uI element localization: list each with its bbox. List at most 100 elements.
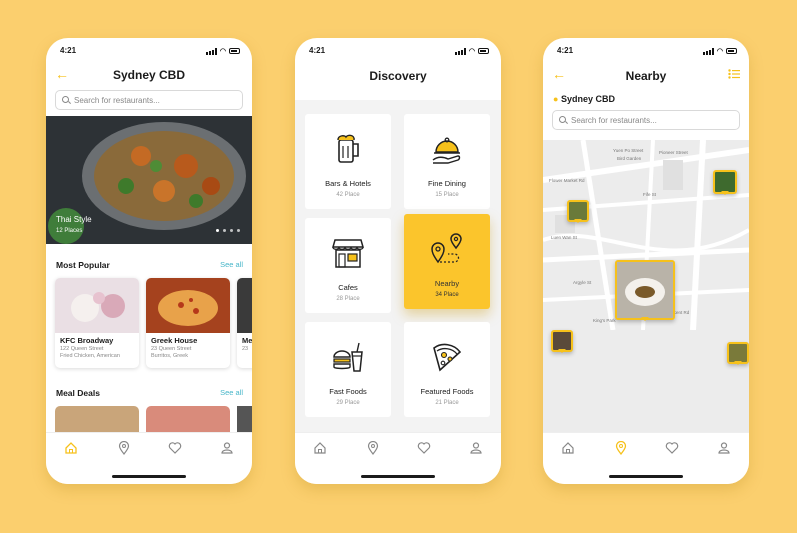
battery-icon <box>726 48 737 54</box>
category-bars-hotels[interactable]: Bars & Hotels 42 Place <box>305 114 391 209</box>
status-time: 4:21 <box>557 46 574 55</box>
search-icon <box>62 96 69 103</box>
category-grid: Bars & Hotels 42 Place Fine Dining 15 Pl… <box>295 100 501 432</box>
map-marker-selected[interactable] <box>615 260 675 321</box>
search-input[interactable]: Search for restaurants... <box>552 110 740 130</box>
street-label: King's Park <box>593 318 616 323</box>
map-view[interactable]: Yuen Po Street Bird Garden Pioneer Stree… <box>543 140 749 432</box>
cloche-icon <box>432 137 461 164</box>
page-title: Sydney CBD <box>112 68 186 82</box>
status-time: 4:21 <box>60 46 77 55</box>
signal-icon <box>454 47 466 55</box>
tab-home-icon[interactable] <box>313 441 327 455</box>
restaurant-card[interactable]: Greek House 23 Queen Street Burritos, Gr… <box>146 278 230 368</box>
restaurant-card[interactable]: Me 23 <box>237 278 252 368</box>
map-marker[interactable] <box>727 342 749 365</box>
tab-favorites-icon[interactable] <box>168 441 182 455</box>
page-title: Discovery <box>369 69 427 83</box>
list-view-icon[interactable] <box>728 69 740 79</box>
tab-favorites-icon[interactable] <box>665 441 679 455</box>
tab-favorites-icon[interactable] <box>417 441 431 455</box>
category-count: 15 Place <box>435 192 459 198</box>
map-pin-route-icon <box>431 233 462 264</box>
restaurant-name: KFC Broadway <box>60 336 114 345</box>
wifi-icon: ◠ <box>468 48 475 55</box>
see-all-most-popular-link[interactable]: See all <box>220 260 243 269</box>
street-label: Fife St <box>643 192 657 197</box>
tab-profile-icon[interactable] <box>717 441 731 455</box>
tab-home-icon[interactable] <box>64 441 78 455</box>
search-input[interactable]: Search for restaurants... <box>55 90 243 110</box>
category-count: 21 Place <box>435 400 459 406</box>
tab-profile-icon[interactable] <box>220 441 234 455</box>
tab-location-icon[interactable] <box>614 441 628 455</box>
street-label: Kent Rd <box>673 310 690 315</box>
category-cafes[interactable]: Cafes 28 Place <box>305 218 391 313</box>
restaurant-address: 23 Queen Street <box>151 346 192 352</box>
map-marker-food-image <box>617 262 673 318</box>
restaurant-cuisine: Burritos, Greek <box>151 353 188 359</box>
street-label: Flower Market Rd <box>549 178 585 183</box>
map-marker[interactable] <box>551 330 573 353</box>
current-location[interactable]: ● Sydney CBD <box>553 94 615 104</box>
category-nearby[interactable]: Nearby 34 Place <box>404 214 490 309</box>
restaurant-card[interactable]: KFC Broadway 122 Queen Street Fried Chic… <box>55 278 139 368</box>
home-indicator <box>112 475 186 478</box>
tab-location-icon[interactable] <box>366 441 380 455</box>
tab-location-icon[interactable] <box>117 441 131 455</box>
category-fast-foods[interactable]: Fast Foods 29 Place <box>305 322 391 417</box>
beer-mug-icon <box>337 134 359 163</box>
tab-bar <box>46 432 252 484</box>
cafe-storefront-icon <box>332 239 364 268</box>
phone-nearby-screen: 4:21 ◠ ← Nearby ● Sydney CBD Search for … <box>543 38 749 484</box>
tab-profile-icon[interactable] <box>469 441 483 455</box>
category-fine-dining[interactable]: Fine Dining 15 Place <box>404 114 490 209</box>
hero-subtitle: 12 Places <box>56 228 83 234</box>
category-label: Fast Foods <box>329 387 367 396</box>
restaurant-name: Greek House <box>151 336 198 345</box>
hero-title: Thai Style <box>56 215 92 224</box>
restaurant-address: 122 Queen Street <box>60 346 104 352</box>
page-title: Nearby <box>625 69 667 83</box>
battery-icon <box>478 48 489 54</box>
map-marker[interactable] <box>567 200 589 223</box>
category-count: 29 Place <box>336 400 360 406</box>
tab-bar <box>295 432 501 484</box>
carousel-dots[interactable] <box>216 229 240 232</box>
restaurant-name: Me <box>242 336 252 345</box>
signal-icon <box>205 47 217 55</box>
phone-home-screen: 4:21 ◠ ← Sydney CBD Search for restauran… <box>46 38 252 484</box>
phone-discovery-screen: 4:21 ◠ Discovery Bars & Hotels 42 Place … <box>295 38 501 484</box>
category-label: Bars & Hotels <box>325 179 371 188</box>
category-label: Cafes <box>338 283 358 292</box>
status-bar: 4:21 ◠ <box>543 38 749 62</box>
location-label: Sydney CBD <box>560 94 615 104</box>
category-featured-foods[interactable]: Featured Foods 21 Place <box>404 322 490 417</box>
street-label: Pioneer Street <box>659 150 688 155</box>
fast-food-icon <box>333 342 363 372</box>
street-label: Luen Wan St <box>551 235 577 240</box>
location-pin-icon: ● <box>553 94 559 104</box>
category-label: Nearby <box>434 279 460 288</box>
street-label: Yuen Po Street <box>613 148 644 153</box>
tab-home-icon[interactable] <box>561 441 575 455</box>
see-all-meal-deals-link[interactable]: See all <box>220 388 243 397</box>
category-label: Featured Foods <box>420 387 474 396</box>
home-indicator <box>609 475 683 478</box>
status-bar: 4:21 ◠ <box>46 38 252 62</box>
section-most-popular: Most Popular <box>56 260 110 270</box>
wifi-icon: ◠ <box>219 48 226 55</box>
category-count: 42 Place <box>336 192 360 198</box>
street-label: Argyle St <box>573 280 592 285</box>
home-indicator <box>361 475 435 478</box>
restaurant-cuisine: Fried Chicken, American <box>60 353 120 359</box>
status-bar: 4:21 ◠ <box>295 38 501 62</box>
map-marker[interactable] <box>713 170 737 195</box>
hero-food-image <box>46 116 252 244</box>
restaurant-image <box>55 278 139 333</box>
wifi-icon: ◠ <box>716 48 723 55</box>
pizza-slice-icon <box>433 343 462 372</box>
category-count: 34 Place <box>435 292 459 298</box>
hero-banner[interactable]: Thai Style 12 Places <box>46 116 252 244</box>
status-time: 4:21 <box>309 46 326 55</box>
